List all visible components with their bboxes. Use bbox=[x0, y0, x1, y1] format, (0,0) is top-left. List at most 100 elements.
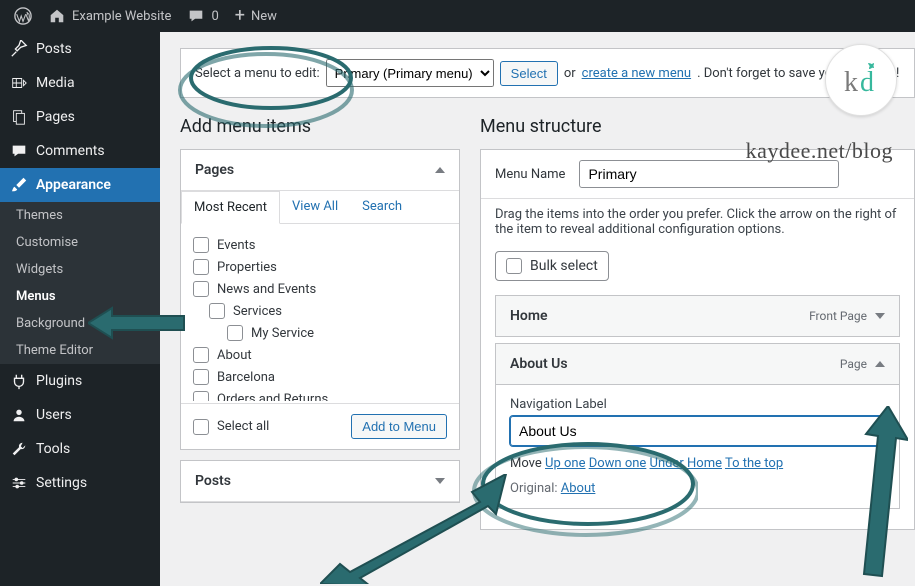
checkbox[interactable] bbox=[193, 237, 209, 253]
select-menu-label: Select a menu to edit: bbox=[195, 66, 320, 81]
navigation-label-input[interactable] bbox=[510, 416, 885, 446]
chevron-down-icon[interactable] bbox=[875, 313, 885, 319]
move-label: Move bbox=[510, 456, 542, 471]
pages-tabs: Most Recent View All Search bbox=[181, 191, 459, 224]
posts-title: Posts bbox=[195, 473, 231, 489]
menu-name-input[interactable] bbox=[579, 160, 839, 188]
sidebar-item-posts[interactable]: Posts bbox=[0, 32, 160, 66]
create-menu-link[interactable]: create a new menu bbox=[582, 66, 691, 81]
original-link[interactable]: About bbox=[561, 481, 596, 496]
move-down-one[interactable]: Down one bbox=[589, 456, 647, 471]
select-all-label: Select all bbox=[217, 419, 269, 434]
select-button[interactable]: Select bbox=[500, 61, 558, 86]
menu-item-about-us[interactable]: About Us Page Navigation Label Move Up o… bbox=[495, 343, 900, 509]
page-row[interactable]: Services bbox=[193, 300, 449, 322]
move-to-top[interactable]: To the top bbox=[725, 456, 783, 471]
bulk-select-button[interactable]: Bulk select bbox=[495, 251, 609, 281]
add-to-menu-button[interactable]: Add to Menu bbox=[351, 414, 447, 439]
sidebar-label: Comments bbox=[36, 143, 105, 159]
sub-theme-editor[interactable]: Theme Editor bbox=[0, 337, 160, 364]
page-row[interactable]: Events bbox=[193, 234, 449, 256]
tab-view-all[interactable]: View All bbox=[280, 191, 350, 223]
home-icon bbox=[48, 7, 66, 25]
menu-name-label: Menu Name bbox=[495, 167, 565, 182]
pages-list[interactable]: Events Properties News and Events Servic… bbox=[183, 226, 457, 401]
comment-icon bbox=[187, 7, 205, 25]
mi-type: Front Page bbox=[809, 309, 867, 323]
sub-menus[interactable]: Menus bbox=[0, 283, 160, 310]
sidebar-label: Media bbox=[36, 75, 75, 91]
posts-accordion-header[interactable]: Posts bbox=[181, 461, 459, 502]
sub-customise[interactable]: Customise bbox=[0, 229, 160, 256]
site-link[interactable]: Example Website bbox=[40, 0, 179, 32]
sidebar-item-appearance[interactable]: Appearance bbox=[0, 168, 160, 202]
sidebar-item-pages[interactable]: Pages bbox=[0, 100, 160, 134]
chevron-up-icon[interactable] bbox=[875, 361, 885, 367]
page-row[interactable]: Properties bbox=[193, 256, 449, 278]
checkbox[interactable] bbox=[193, 281, 209, 297]
structure-heading: Menu structure bbox=[480, 116, 915, 137]
sub-widgets[interactable]: Widgets bbox=[0, 256, 160, 283]
select-all[interactable]: Select all bbox=[193, 416, 269, 438]
menu-item-home[interactable]: Home Front Page bbox=[495, 295, 900, 337]
kd-logo-badge: k d bbox=[825, 44, 897, 116]
sidebar-item-users[interactable]: Users bbox=[0, 398, 160, 432]
admin-bar: Example Website 0 + New bbox=[0, 0, 915, 32]
checkbox[interactable] bbox=[193, 347, 209, 363]
page-icon bbox=[10, 108, 28, 126]
sidebar-item-settings[interactable]: Settings bbox=[0, 466, 160, 500]
tab-most-recent[interactable]: Most Recent bbox=[181, 191, 280, 224]
page-row[interactable]: Barcelona bbox=[193, 366, 449, 388]
tab-search[interactable]: Search bbox=[350, 191, 414, 223]
wordpress-icon bbox=[14, 7, 32, 25]
pages-accordion-header[interactable]: Pages bbox=[181, 150, 459, 191]
page-row[interactable]: News and Events bbox=[193, 278, 449, 300]
brush-icon bbox=[10, 176, 28, 194]
media-icon bbox=[10, 74, 28, 92]
checkbox[interactable] bbox=[193, 369, 209, 385]
checkbox[interactable] bbox=[193, 259, 209, 275]
sidebar-item-tools[interactable]: Tools bbox=[0, 432, 160, 466]
sidebar-item-media[interactable]: Media bbox=[0, 66, 160, 100]
page-row[interactable]: My Service bbox=[193, 322, 449, 344]
wp-logo[interactable] bbox=[6, 0, 40, 32]
mi-label: About Us bbox=[510, 356, 568, 372]
comments-link[interactable]: 0 bbox=[179, 0, 226, 32]
content-area: Select a menu to edit: Primary (Primary … bbox=[160, 32, 915, 586]
new-link[interactable]: + New bbox=[227, 0, 285, 32]
sliders-icon bbox=[10, 474, 28, 492]
page-label: Events bbox=[217, 238, 255, 253]
sub-themes[interactable]: Themes bbox=[0, 202, 160, 229]
checkbox[interactable] bbox=[193, 419, 209, 435]
menu-dropdown[interactable]: Primary (Primary menu) bbox=[326, 59, 494, 87]
page-label: Services bbox=[233, 304, 282, 319]
checkbox[interactable] bbox=[506, 258, 522, 274]
move-up-one[interactable]: Up one bbox=[545, 456, 585, 471]
admin-sidebar: Posts Media Pages Comments Appearance Th… bbox=[0, 32, 160, 586]
bulk-label: Bulk select bbox=[530, 258, 598, 274]
chevron-down-icon bbox=[435, 478, 445, 484]
sub-background[interactable]: Background bbox=[0, 310, 160, 337]
sidebar-label: Posts bbox=[36, 41, 72, 57]
checkbox[interactable] bbox=[209, 303, 225, 319]
kd-logo-icon: k d bbox=[838, 57, 884, 103]
move-row: Move Up one Down one Under Home To the t… bbox=[510, 456, 885, 471]
add-items-heading: Add menu items bbox=[180, 116, 460, 137]
comment-icon bbox=[10, 142, 28, 160]
sidebar-item-comments[interactable]: Comments bbox=[0, 134, 160, 168]
sidebar-label: Settings bbox=[36, 475, 87, 491]
sidebar-label: Appearance bbox=[36, 177, 111, 193]
add-items-column: Add menu items Pages Most Recent View Al… bbox=[180, 116, 460, 540]
move-under-home[interactable]: Under Home bbox=[650, 456, 722, 471]
sidebar-item-plugins[interactable]: Plugins bbox=[0, 364, 160, 398]
checkbox[interactable] bbox=[227, 325, 243, 341]
structure-column: Menu structure Menu Name Drag the items … bbox=[480, 116, 915, 540]
page-row[interactable]: Orders and Returns bbox=[193, 388, 449, 401]
page-row[interactable]: About bbox=[193, 344, 449, 366]
original-row: Original: About bbox=[510, 481, 885, 496]
pages-title: Pages bbox=[195, 162, 234, 178]
watermark-text: kaydee.net/blog bbox=[746, 138, 893, 164]
sidebar-label: Users bbox=[36, 407, 72, 423]
mi-type: Page bbox=[840, 357, 867, 371]
checkbox[interactable] bbox=[193, 391, 209, 401]
